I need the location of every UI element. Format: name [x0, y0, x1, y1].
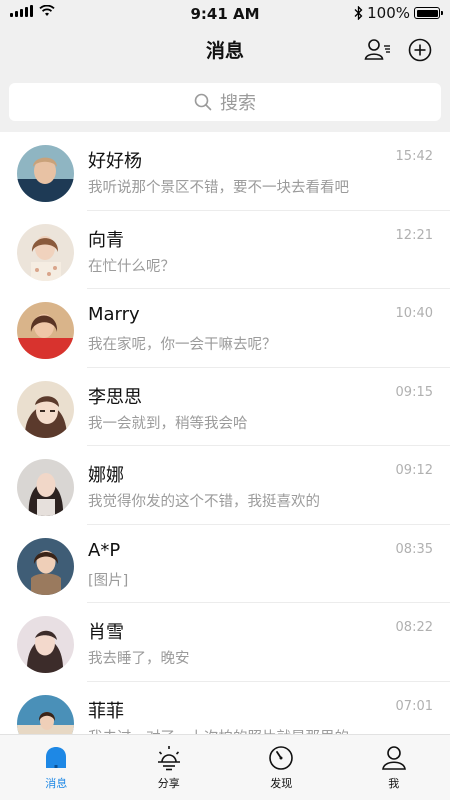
nav-bar: 消息: [0, 26, 450, 74]
contact-name: 李思思: [88, 386, 142, 408]
message-time: 07:01: [395, 698, 433, 714]
avatar: [17, 302, 74, 359]
search-area: 搜索: [0, 74, 450, 132]
chat-item[interactable]: 娜娜 我觉得你发的这个不错，我挺喜欢的 09:12: [0, 446, 450, 525]
tab-messages[interactable]: 消息: [0, 735, 113, 800]
add-circle-icon: [408, 38, 432, 62]
message-preview: [图片]: [88, 572, 129, 589]
search-icon: [194, 93, 212, 111]
message-preview: 我一会就到，稍等我会哈: [88, 415, 248, 432]
avatar: [17, 380, 74, 438]
contacts-list-icon: [364, 39, 390, 60]
battery-fill: [416, 9, 438, 17]
contact-name: 好好杨: [88, 151, 142, 172]
chat-list: 好好杨 我听说那个景区不错，要不一块去看看吧 15:42 向青 在忙什么呢？ 1…: [0, 132, 450, 734]
message-preview: 我觉得你发的这个不错，我挺喜欢的: [88, 494, 320, 510]
message-preview: 我在家呢，你一会干嘛去呢？: [88, 337, 277, 353]
search-input[interactable]: 搜索: [9, 83, 441, 121]
message-preview: 我听说那个景区不错，要不一块去看看吧: [88, 180, 349, 196]
add-button[interactable]: [406, 36, 434, 64]
chat-item[interactable]: 李思思 我一会就到，稍等我会哈 09:15: [0, 368, 450, 447]
contact-name: 向青: [88, 229, 124, 251]
contact-name: Marry: [88, 304, 140, 325]
chat-item[interactable]: 菲菲 我去过，对了，上次拍的照片就是那里的 07:01: [0, 682, 450, 735]
status-right: 100%: [354, 4, 443, 22]
chat-item[interactable]: 向青 在忙什么呢？ 12:21: [0, 211, 450, 290]
tab-label: 我: [388, 777, 400, 790]
avatar: [17, 694, 74, 734]
message-time: 12:21: [395, 227, 433, 243]
sun-icon: [157, 746, 180, 771]
chat-item[interactable]: Marry 我在家呢，你一会干嘛去呢？ 10:40: [0, 289, 450, 368]
contact-name: 娜娜: [88, 465, 124, 486]
contact-name: 肖雪: [88, 622, 124, 643]
avatar: [17, 223, 74, 281]
tab-me[interactable]: 我: [338, 735, 450, 800]
message-preview: 在忙什么呢？: [88, 258, 175, 275]
avatar: [17, 616, 74, 673]
battery-percent: 100%: [367, 4, 410, 22]
message-time: 09:15: [395, 384, 433, 400]
avatar: [17, 145, 74, 202]
search-placeholder: 搜索: [220, 93, 256, 114]
message-preview: 我去过，对了，上次拍的照片就是那里的: [88, 726, 349, 735]
contact-name: A*P: [88, 539, 121, 561]
contacts-list-button[interactable]: [364, 36, 392, 64]
chat-item[interactable]: 好好杨 我听说那个景区不错，要不一块去看看吧 15:42: [0, 132, 450, 211]
compass-icon: [269, 746, 294, 770]
person-icon: [381, 746, 406, 770]
tab-share[interactable]: 分享: [113, 735, 226, 800]
tab-label: 消息: [45, 777, 68, 790]
status-bar: 9:41 AM 100%: [0, 0, 450, 26]
battery-icon: [414, 7, 443, 19]
message-bell-icon: [46, 747, 67, 768]
avatar: [17, 459, 74, 516]
tab-bar: 消息 分享 发现 我: [0, 734, 450, 800]
message-time: 10:40: [395, 306, 433, 321]
message-time: 08:22: [395, 620, 433, 635]
tab-label: 分享: [157, 777, 180, 790]
message-time: 09:12: [395, 463, 433, 478]
tab-discover[interactable]: 发现: [225, 735, 338, 800]
tab-label: 发现: [270, 777, 293, 790]
bluetooth-icon: [354, 6, 363, 20]
chat-item[interactable]: A*P [图片] 08:35: [0, 525, 450, 604]
contact-name: 菲菲: [88, 700, 124, 722]
chat-item[interactable]: 肖雪 我去睡了，晚安 08:22: [0, 603, 450, 682]
avatar: [17, 537, 74, 595]
message-preview: 我去睡了，晚安: [88, 651, 190, 667]
message-time: 15:42: [395, 149, 433, 164]
message-time: 08:35: [395, 541, 433, 557]
